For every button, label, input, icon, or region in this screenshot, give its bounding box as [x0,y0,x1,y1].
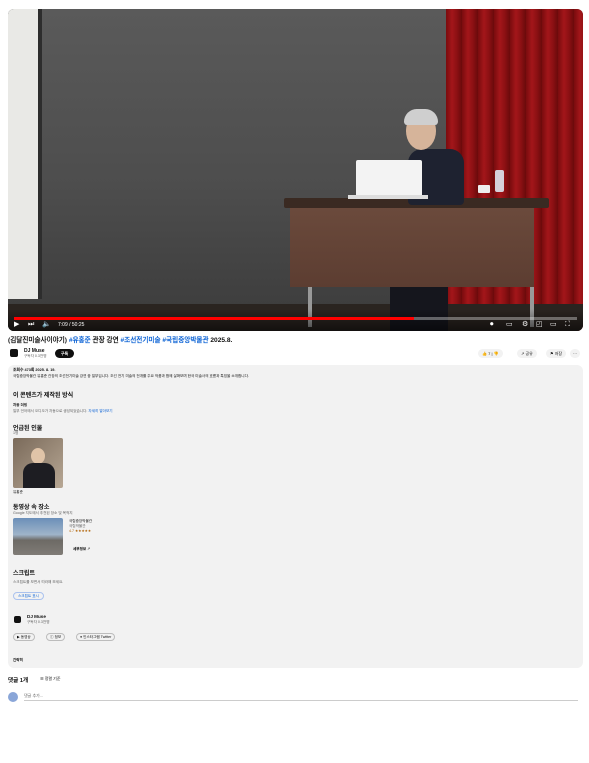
volume-icon[interactable]: 🔈 [42,320,51,330]
play-icon[interactable]: ▶ [14,320,19,330]
videos-label: 동영상 [20,635,31,639]
settings-icon[interactable]: ⚙ [522,320,528,330]
laptop [356,160,422,198]
script-heading: 스크립트 [13,571,36,577]
time-display: 7:09 / 50:25 [58,322,85,328]
miniplayer-icon[interactable]: ◰ [536,320,543,330]
person-name[interactable]: 유홍준 [13,490,23,495]
place-heading: 동영상 속 장소 [13,505,50,511]
dislike-icon[interactable]: | 👎 [490,351,498,356]
channel-videos-button[interactable]: ▶ 동영상 [13,633,35,641]
hashtag-link[interactable]: #조선전기미술 [120,337,160,344]
hashtag-link[interactable]: #유홍준 [69,337,91,344]
description-text: 국립중앙박물관 유홍준 관장의 조선전기미술 강연 중 일부입니다. 조선 전기… [13,374,249,378]
subscriber-count: 구독자 0.3천명 [24,354,47,358]
youtube-watch-page: ▶ ⏭ 🔈 7:09 / 50:25 ⏺ ▭ ⚙ ◰ ▭ ⛶ (김달진미술사이야… [0,0,589,763]
projection-screen [8,9,42,299]
channel-row: DJ Muse 구독자 0.3천명 구독 👍 7 | 👎 ↗ 공유 ⚑ 저장 ·… [8,347,583,363]
laptop-base [348,195,428,199]
description-box[interactable]: 조회수 473회 2025. 8. 19. 국립중앙박물관 유홍준 관장의 조선… [8,365,583,668]
footer-channel-subs: 구독자 0.3천명 [27,620,50,624]
made-text: 일부 언어에서 오디오가 자동으로 생성되었습니다. 자세히 알아보기 [13,409,113,414]
speaker-hair [404,109,438,125]
cup [478,185,490,193]
comment-input[interactable]: 댓글 추가... [24,693,578,701]
controls-overlay [8,309,583,331]
title-prefix: (김달진미술사이야기) [8,337,69,344]
next-icon[interactable]: ⏭ [28,320,34,330]
comments-count: 댓글 1개 [8,678,29,684]
subtitles-icon[interactable]: ▭ [506,320,513,330]
place-rating: 4.7 ★★★★★ [69,529,92,533]
person-photo-head [31,448,45,464]
save-button[interactable]: ⚑ 저장 [546,349,567,358]
social-links-button[interactable]: ● 인스타그램 Twitter [76,633,116,641]
made-label: 자동 더빙 [13,403,28,407]
view-count-date: 조회수 473회 2025. 8. 19. [13,368,56,372]
place-image[interactable] [13,518,63,555]
save-label: 저장 [554,351,563,356]
lectern-table [290,207,534,287]
sort-comments-button[interactable]: ☰ 정렬 기준 [40,676,61,682]
person-photo-body [23,463,55,488]
sort-label: 정렬 기준 [44,676,61,681]
person-card-image[interactable] [13,438,63,488]
social-label: 인스타그램 Twitter [83,635,112,639]
more-actions-button[interactable]: ··· [570,349,580,358]
video-title: (김달진미술사이야기) #유홍준 관장 강연 #조선전기미술 #국립중앙박물관 … [8,336,583,345]
made-heading: 이 콘텐츠가 제작된 방식 [13,393,74,399]
place-details-label: 세부정보 [73,547,87,551]
show-transcript-button[interactable]: 스크립트 표시 [13,592,44,600]
made-text-body: 일부 언어에서 오디오가 자동으로 생성되었습니다. [13,409,89,413]
title-suffix: 2025.8. [208,337,233,344]
share-label: 공유 [525,351,533,356]
footer-channel-name[interactable]: DJ Muse [27,614,46,619]
channel-avatar[interactable] [10,349,18,357]
water-bottle [495,170,504,192]
script-text: 스크립트를 보면서 따라해 보세요. [13,580,64,584]
video-player[interactable]: ▶ ⏭ 🔈 7:09 / 50:25 ⏺ ▭ ⚙ ◰ ▭ ⛶ [8,9,583,331]
title-mid: 관장 강연 [90,337,121,344]
learn-more-link[interactable]: 자세히 알아보기 [88,409,112,413]
like-button[interactable]: 👍 7 | 👎 [478,349,503,358]
channel-info-button[interactable]: ⓘ 정보 [46,633,66,641]
info-label: 정보 [54,635,62,639]
fullscreen-icon[interactable]: ⛶ [565,320,570,330]
place-details-link[interactable]: 세부정보 ↗ [73,547,90,552]
subscribe-button[interactable]: 구독 [55,349,74,358]
people-count: 1명 [13,431,19,435]
theater-icon[interactable]: ▭ [550,320,557,330]
user-avatar [8,692,18,702]
external-link-icon: ↗ [86,547,91,551]
autoplay-toggle[interactable]: ⏺ [490,320,494,330]
show-less-button[interactable]: 간략히 [13,658,23,663]
place-subtitle: Google 지도에서 추천된 장소 및 목적지 [13,511,73,515]
hashtag-link[interactable]: #국립중앙박물관 [162,337,208,344]
share-button[interactable]: ↗ 공유 [517,349,537,358]
footer-channel-avatar[interactable] [14,616,21,623]
